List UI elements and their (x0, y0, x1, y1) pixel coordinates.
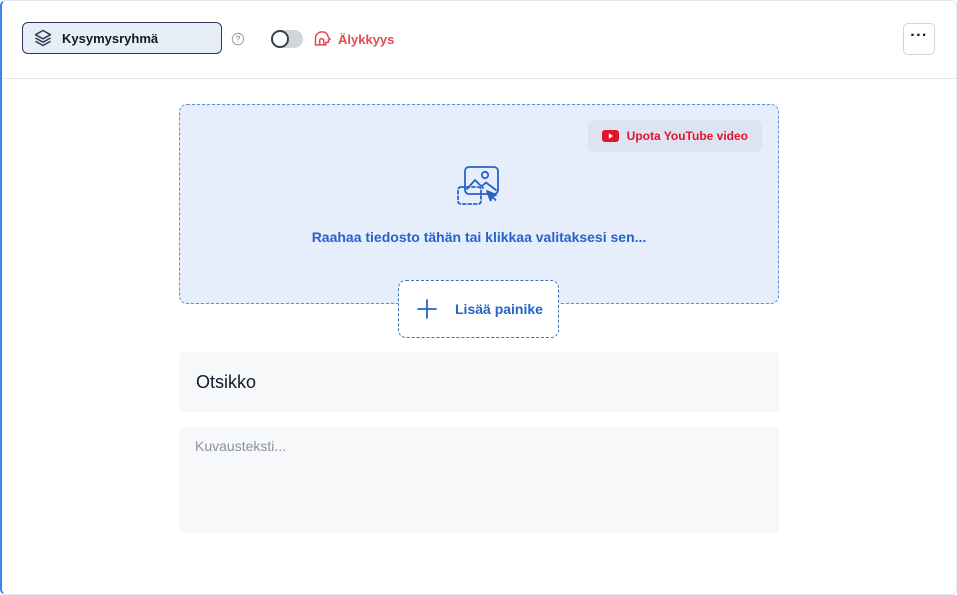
description-input[interactable] (179, 427, 779, 533)
question-type-label: Kysymysryhmä (62, 30, 159, 46)
brain-icon (313, 29, 333, 49)
more-horizontal-icon: ··· (910, 27, 928, 44)
intelligence-label: Älykkyys (338, 31, 395, 47)
embed-youtube-label: Upota YouTube video (626, 129, 748, 143)
add-button-label: Lisää painike (455, 301, 543, 317)
add-button-button[interactable]: Lisää painike (398, 280, 559, 338)
toggle-knob (271, 30, 289, 48)
intelligence-toggle[interactable] (271, 30, 303, 48)
media-dropzone[interactable]: Upota YouTube video Raahaa tiedosto tähä… (179, 104, 779, 304)
dropzone-instructions: Raahaa tiedosto tähän tai klikkaa valita… (311, 229, 647, 245)
youtube-icon (601, 130, 619, 142)
layers-icon (33, 28, 53, 48)
intelligence-link[interactable]: Älykkyys (313, 29, 394, 49)
question-card: Kysymysryhmä Älykkyys ··· Upota YouTube … (0, 0, 957, 595)
question-toolbar: Kysymysryhmä Älykkyys ··· (2, 1, 957, 79)
plus-icon (417, 299, 437, 319)
image-upload-icon (456, 165, 502, 207)
help-circle-icon[interactable] (231, 32, 245, 46)
title-input[interactable] (179, 352, 779, 412)
embed-youtube-button[interactable]: Upota YouTube video (587, 120, 762, 152)
more-options-button[interactable]: ··· (903, 23, 935, 55)
question-type-select[interactable]: Kysymysryhmä (22, 22, 222, 54)
